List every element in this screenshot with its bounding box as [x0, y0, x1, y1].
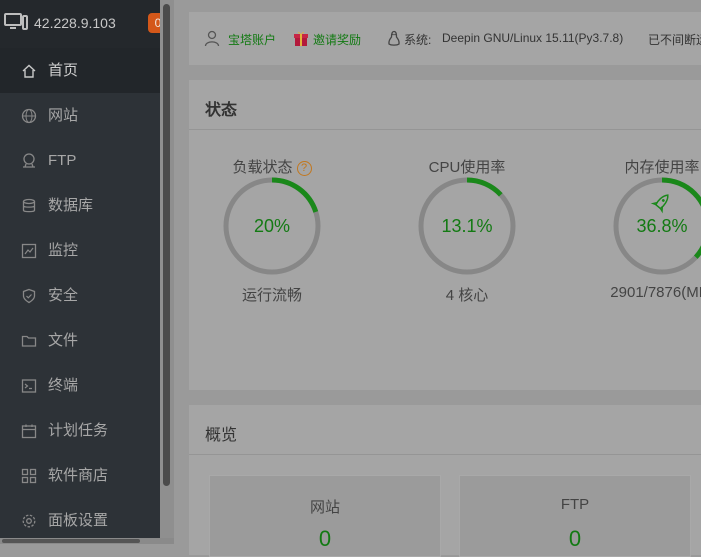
sidebar-item-label: 首页 [48, 62, 79, 79]
account-link[interactable]: 宝塔账户 [228, 31, 276, 48]
sidebar-item-cron[interactable]: 计划任务 [0, 408, 160, 453]
overview-panel: 概览 网站 0 FTP 0 [189, 405, 701, 557]
status-title: 状态 [205, 102, 238, 119]
globe-icon [21, 108, 37, 124]
overview-card-ftp[interactable]: FTP 0 [459, 475, 691, 557]
gauge-value: 20% [253, 216, 291, 236]
gauge-value: 36.8% [636, 216, 688, 236]
gear-icon [22, 514, 36, 528]
card-label: FTP [560, 496, 590, 513]
gift-icon [294, 31, 308, 46]
invite-reward-link[interactable]: 邀请奖励 [313, 31, 361, 48]
linux-icon [388, 30, 400, 46]
sidebar-scrollbar-thumb[interactable] [163, 4, 170, 486]
sidebar-item-label: 网站 [48, 107, 79, 124]
ftp-icon [23, 153, 35, 168]
rocket-icon[interactable] [650, 191, 672, 214]
shield-icon [22, 288, 36, 304]
server-header: 42.228.9.103 0 [0, 0, 168, 48]
gauge-subtext: 4 核心 [445, 287, 489, 304]
gauge-name: 负载状态? [192, 156, 352, 177]
sidebar-item-files[interactable]: 文件 [0, 318, 160, 363]
horizontal-scrollbar-thumb[interactable] [2, 539, 140, 543]
divider [189, 129, 701, 130]
help-icon[interactable]: ? [296, 161, 312, 176]
gauge-name-text: 负载状态 [232, 159, 293, 176]
user-icon [204, 30, 220, 47]
sidebar: 42.228.9.103 0 首页 网站 FTP 数据库 监控 安全 文件 终端… [0, 0, 168, 544]
cpu-gauge[interactable]: CPU使用率 13.1% 4 核心 [407, 156, 527, 316]
system-value: Deepin GNU/Linux 15.11(Py3.7.8) [442, 31, 624, 45]
folder-icon [21, 335, 37, 347]
sidebar-item-label: 终端 [48, 377, 79, 394]
gauge-subtext: 运行流畅 [241, 287, 302, 304]
status-panel: 状态 负载状态? 20% 运行流畅 CPU使用率 13.1% 4 核心 内存使用… [189, 80, 701, 390]
grid-icon [21, 468, 37, 484]
sidebar-item-label: 数据库 [48, 197, 94, 214]
calendar-icon [21, 424, 37, 439]
sidebar-item-label: 软件商店 [48, 467, 109, 484]
top-info-bar: 宝塔账户 邀请奖励 系统: Deepin GNU/Linux 15.11(Py3… [189, 12, 701, 65]
monitor-chart-icon [21, 243, 37, 259]
overview-title: 概览 [205, 427, 238, 444]
sidebar-item-label: 面板设置 [48, 512, 109, 529]
database-icon [22, 198, 36, 213]
uptime-text: 已不间断运 [648, 33, 701, 47]
sidebar-item-label: 安全 [48, 287, 79, 304]
divider [189, 454, 701, 455]
horizontal-scrollbar[interactable] [0, 538, 174, 544]
system-label: 系统: [404, 33, 432, 47]
card-value[interactable]: 0 [210, 526, 440, 552]
gauge-name: CPU使用率 [428, 159, 506, 176]
sidebar-menu: 首页 网站 FTP 数据库 监控 安全 文件 终端 计划任务 软件商店 面板设置 [0, 48, 160, 543]
sidebar-item-home[interactable]: 首页 [0, 48, 160, 93]
card-label: 网站 [309, 499, 340, 516]
sidebar-item-label: FTP [48, 152, 77, 169]
terminal-icon [21, 379, 37, 393]
monitor-icon [4, 13, 28, 30]
gauge-value: 13.1% [441, 216, 493, 236]
server-ip: 42.228.9.103 [34, 15, 116, 31]
sidebar-item-label: 监控 [48, 242, 79, 259]
sidebar-item-label: 计划任务 [48, 422, 109, 439]
load-gauge[interactable]: 负载状态? 20% 运行流畅 [212, 156, 332, 316]
sidebar-item-label: 文件 [48, 332, 79, 349]
sidebar-item-ftp[interactable]: FTP [0, 138, 160, 183]
home-icon [22, 64, 36, 78]
sidebar-item-database[interactable]: 数据库 [0, 183, 160, 228]
overview-card-website[interactable]: 网站 0 [209, 475, 441, 557]
sidebar-item-terminal[interactable]: 终端 [0, 363, 160, 408]
sidebar-item-website[interactable]: 网站 [0, 93, 160, 138]
sidebar-item-settings[interactable]: 面板设置 [0, 498, 160, 543]
gauge-name: 内存使用率 [624, 159, 700, 176]
memory-gauge[interactable]: 内存使用率 36.8% 2901/7876(MB) [602, 156, 701, 316]
sidebar-item-security[interactable]: 安全 [0, 273, 160, 318]
gauge-subtext: 2901/7876(MB) [610, 284, 701, 301]
sidebar-item-monitor[interactable]: 监控 [0, 228, 160, 273]
card-value[interactable]: 0 [460, 526, 690, 552]
sidebar-item-store[interactable]: 软件商店 [0, 453, 160, 498]
